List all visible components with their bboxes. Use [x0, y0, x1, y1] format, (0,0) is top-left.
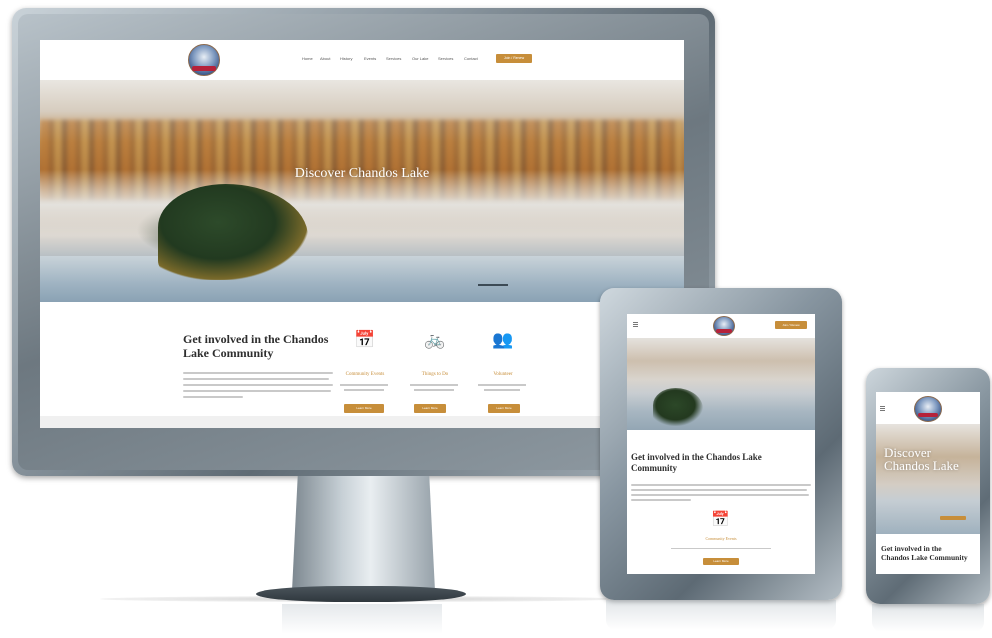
- nav-link-home[interactable]: Home: [302, 56, 313, 61]
- monitor-stand-base: [256, 586, 466, 602]
- hero-title: Discover Chandos Lake: [294, 166, 430, 181]
- paragraph-line: [631, 499, 691, 501]
- phone-hero-button[interactable]: [940, 516, 966, 520]
- phone-hero-title: Discover Chandos Lake: [884, 445, 959, 473]
- nav-link-events[interactable]: Events: [364, 56, 376, 61]
- nav-link-about[interactable]: About: [320, 56, 330, 61]
- logo-ribbon: [918, 413, 938, 417]
- lake-water: [40, 256, 684, 302]
- paragraph-line: [183, 390, 331, 392]
- card-desc-line: [484, 389, 520, 391]
- tree-island: [653, 388, 703, 426]
- paragraph-line: [183, 396, 243, 398]
- tablet-join-button[interactable]: Join / Renew: [775, 321, 807, 329]
- card-button-things-to-do[interactable]: Learn More: [414, 404, 446, 413]
- card-desc-line: [478, 384, 526, 386]
- card-title-things-to-do: Things to Do: [421, 372, 449, 377]
- boat: [478, 284, 508, 286]
- nav-link-contact[interactable]: Contact: [464, 56, 478, 61]
- paragraph-line: [183, 378, 329, 380]
- phone-screen: Discover Chandos Lake Get involved in th…: [876, 392, 980, 574]
- desktop-screen: Home About History Events Services Our L…: [40, 40, 684, 428]
- calendar-icon: 📅: [354, 330, 376, 349]
- card-title-events: Community Events: [345, 372, 385, 377]
- calendar-icon: 📅: [711, 511, 730, 528]
- card-desc-line: [414, 389, 454, 391]
- section-heading: Get involved in the Chandos Lake Communi…: [183, 332, 329, 360]
- footer-strip: [40, 416, 684, 428]
- paragraph-line: [631, 489, 807, 491]
- hero-image: Discover Chandos Lake: [40, 80, 684, 302]
- phone-section-heading: Get involved in the Chandos Lake Communi…: [881, 544, 968, 562]
- card-title-volunteer: Volunteer: [493, 372, 513, 377]
- logo-ribbon: [716, 329, 732, 333]
- paragraph-line: [183, 372, 333, 374]
- paragraph-line: [631, 494, 809, 496]
- involvement-section: Get involved in the Chandos Lake Communi…: [40, 302, 684, 428]
- tablet-card-title: Community Events: [705, 536, 737, 541]
- nav-link-services[interactable]: Services: [386, 56, 401, 61]
- paragraph-line: [183, 384, 333, 386]
- nav-link-history[interactable]: History: [340, 56, 352, 61]
- nav-join-button[interactable]: Join / Renew: [496, 54, 532, 63]
- nav-link-our-lake[interactable]: Our Lake: [412, 56, 428, 61]
- card-button-events[interactable]: Learn More: [344, 404, 384, 413]
- menu-icon[interactable]: [633, 322, 638, 328]
- phone-site-logo[interactable]: [914, 396, 942, 422]
- paragraph-line: [631, 484, 811, 486]
- card-desc-line: [671, 548, 771, 549]
- stand-reflection: [282, 604, 442, 634]
- nav-link-services-2[interactable]: Services: [438, 56, 453, 61]
- tablet-site-logo[interactable]: [713, 316, 735, 336]
- card-desc-line: [340, 384, 388, 386]
- phone-reflection: [872, 604, 984, 632]
- menu-icon[interactable]: [880, 406, 885, 412]
- desktop-navbar: Home About History Events Services Our L…: [40, 40, 684, 80]
- tablet-hero-image: [627, 338, 815, 430]
- card-button-volunteer[interactable]: Learn More: [488, 404, 520, 413]
- logo-ribbon: [192, 66, 216, 71]
- tablet-screen: Join / Renew Get involved in the Chandos…: [627, 314, 815, 574]
- tablet-reflection: [606, 600, 836, 630]
- tablet-section-heading: Get involved in the Chandos Lake Communi…: [631, 452, 762, 473]
- bicycle-icon: 🚲: [424, 330, 446, 349]
- people-icon: 👥: [492, 330, 514, 349]
- monitor-stand-neck: [292, 476, 435, 591]
- card-desc-line: [410, 384, 458, 386]
- site-logo[interactable]: [188, 44, 220, 76]
- card-desc-line: [344, 389, 384, 391]
- tablet-card-button[interactable]: Learn More: [703, 558, 739, 565]
